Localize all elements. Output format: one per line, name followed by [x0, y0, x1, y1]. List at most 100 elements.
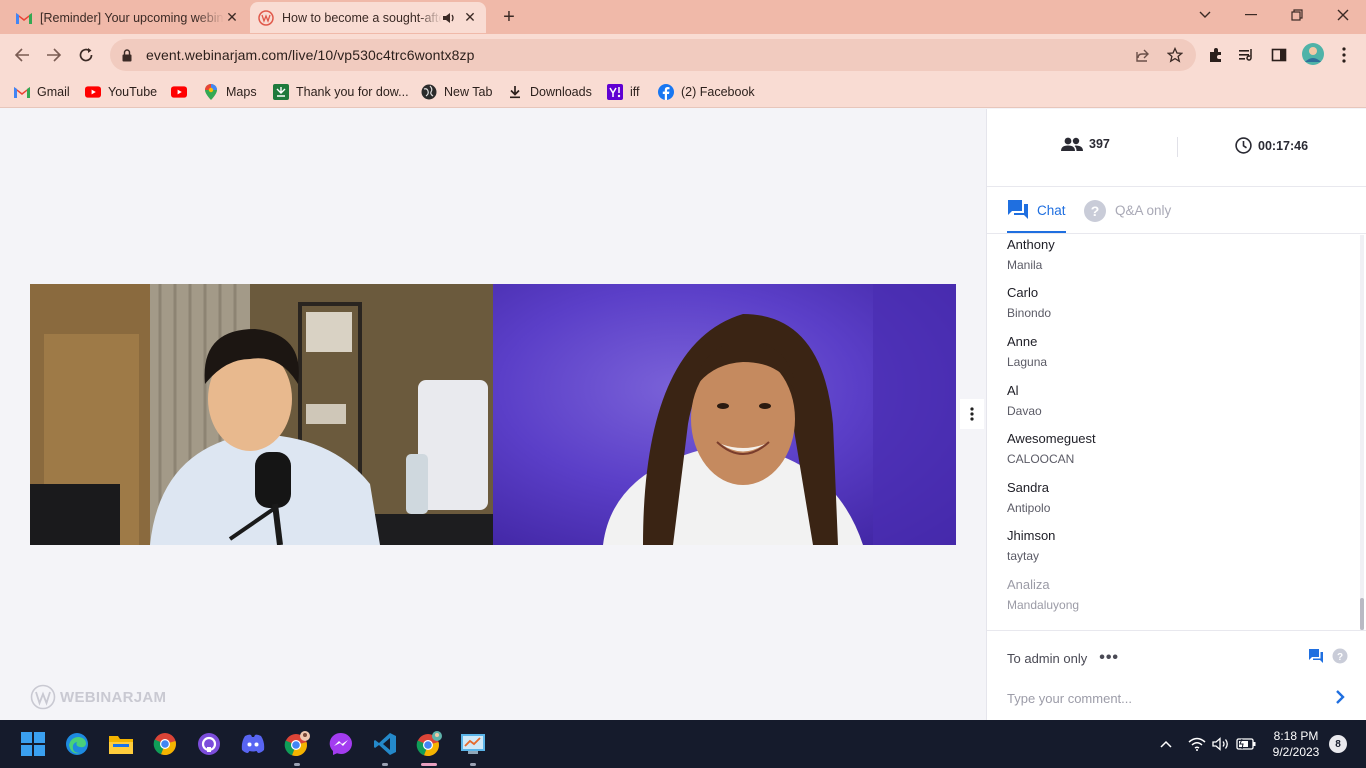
- more-options-icon[interactable]: •••: [1099, 649, 1119, 667]
- list-item: Analiza Mandaluyong: [1007, 577, 1080, 612]
- chevron-up-icon[interactable]: [1156, 734, 1176, 754]
- people-icon: [1061, 137, 1083, 151]
- yahoo-icon: [607, 84, 623, 100]
- address-bar[interactable]: event.webinarjam.com/live/10/vp530c4trc6…: [110, 39, 1196, 71]
- chat-icon[interactable]: [1307, 647, 1325, 665]
- webinar-stage: WEBINARJAM: [0, 109, 986, 720]
- chat-scrollbar-track[interactable]: [1360, 235, 1364, 630]
- close-icon[interactable]: ✕: [224, 9, 240, 26]
- chat-sidebar: 397 00:17:46 Chat ? Q&A only Anthony Man…: [986, 109, 1366, 720]
- tab-title: [Reminder] Your upcoming webinar: [40, 10, 224, 25]
- minimize-button[interactable]: [1228, 0, 1274, 30]
- tab-chat[interactable]: Chat: [1007, 199, 1066, 233]
- github-desktop-icon[interactable]: [195, 730, 223, 758]
- facebook-icon: [658, 84, 674, 100]
- extensions-icon[interactable]: [1206, 45, 1226, 65]
- tab-qa-only[interactable]: ? Q&A only: [1083, 199, 1171, 233]
- restore-button[interactable]: [1274, 0, 1320, 30]
- bookmark-gmail[interactable]: Gmail: [14, 82, 70, 102]
- chrome-profile-icon[interactable]: [283, 730, 311, 766]
- system-clock[interactable]: 8:18 PM 9/2/2023: [1266, 728, 1326, 760]
- vscode-icon[interactable]: [371, 730, 399, 766]
- volume-icon[interactable]: [1210, 734, 1232, 754]
- attendee-count: 397: [1061, 137, 1110, 151]
- bookmark-maps[interactable]: Maps: [203, 82, 257, 102]
- wifi-icon[interactable]: [1186, 734, 1208, 754]
- chat-message-list[interactable]: Anthony Manila Carlo Binondo Anne Laguna…: [987, 235, 1366, 630]
- send-icon[interactable]: [1331, 687, 1349, 707]
- reload-button[interactable]: [72, 41, 100, 69]
- file-explorer-icon[interactable]: [107, 730, 135, 758]
- video-options-icon[interactable]: [960, 399, 984, 429]
- edge-icon[interactable]: [63, 730, 91, 758]
- discord-icon[interactable]: [239, 730, 267, 758]
- share-icon[interactable]: [1134, 46, 1152, 64]
- running-indicator: [382, 763, 388, 766]
- list-item: Anne Laguna: [1007, 334, 1048, 369]
- youtube-icon: [171, 84, 187, 100]
- control-panel-icon[interactable]: [459, 730, 487, 766]
- video-feed[interactable]: [30, 284, 956, 545]
- comment-input[interactable]: Type your comment...: [1007, 691, 1132, 706]
- question-icon[interactable]: ?: [1331, 647, 1349, 665]
- close-icon[interactable]: ✕: [462, 9, 478, 26]
- bookmark-new-tab[interactable]: New Tab: [421, 82, 492, 102]
- forward-button[interactable]: [40, 41, 68, 69]
- svg-text:?: ?: [1337, 652, 1343, 663]
- chat-tabs: Chat ? Q&A only: [987, 187, 1366, 234]
- new-tab-button[interactable]: +: [498, 6, 520, 28]
- download-icon: [507, 84, 523, 100]
- running-indicator: [421, 763, 437, 766]
- to-admin-selector[interactable]: To admin only •••: [1007, 649, 1119, 667]
- battery-icon[interactable]: [1234, 734, 1258, 754]
- running-indicator: [470, 763, 476, 766]
- webinarjam-logo: WEBINARJAM: [30, 684, 166, 710]
- gmail-icon: [16, 10, 32, 26]
- stats-divider: [1177, 137, 1178, 157]
- divider: [987, 630, 1366, 631]
- question-icon: ?: [1083, 199, 1107, 223]
- globe-icon: [421, 84, 437, 100]
- clock-icon: [1235, 137, 1252, 154]
- windows-taskbar: 8:18 PM 9/2/2023 8: [0, 720, 1366, 768]
- profile-avatar[interactable]: [1302, 43, 1324, 65]
- elapsed-time: 00:17:46: [1235, 137, 1308, 154]
- chat-icon: [1007, 199, 1029, 221]
- bookmark-facebook[interactable]: (2) Facebook: [658, 82, 755, 102]
- chevron-down-icon[interactable]: [1182, 0, 1228, 30]
- notification-badge[interactable]: 8: [1329, 735, 1347, 753]
- tab-strip: [Reminder] Your upcoming webinar ✕ How t…: [0, 0, 1366, 34]
- running-indicator: [294, 763, 300, 766]
- webinarjam-icon: [258, 9, 274, 26]
- speaker-icon[interactable]: [442, 12, 458, 24]
- tab-gmail-reminder[interactable]: [Reminder] Your upcoming webinar ✕: [8, 2, 248, 33]
- chrome-active-icon[interactable]: [406, 723, 452, 766]
- back-button[interactable]: [8, 41, 36, 69]
- side-panel-icon[interactable]: [1269, 45, 1289, 65]
- chrome-icon[interactable]: [151, 730, 179, 758]
- more-menu-icon[interactable]: [1334, 45, 1354, 65]
- bookmarks-bar: Gmail YouTube Maps Thank you for dow... …: [0, 76, 1366, 108]
- lock-icon[interactable]: [122, 48, 132, 62]
- bookmark-youtube[interactable]: YouTube: [85, 82, 157, 102]
- presenter-camera: [30, 284, 493, 545]
- bookmark-youtube-2[interactable]: [171, 82, 194, 102]
- media-controls-icon[interactable]: [1237, 45, 1257, 65]
- tab-webinar[interactable]: How to become a sought-after ✕: [250, 2, 486, 33]
- messenger-icon[interactable]: [327, 730, 355, 758]
- windows-start-icon[interactable]: [19, 730, 47, 758]
- list-item: Awesomeguest CALOOCAN: [1007, 431, 1096, 466]
- star-icon[interactable]: [1166, 46, 1184, 64]
- tab-title: How to become a sought-after: [282, 10, 442, 25]
- list-item: Anthony Manila: [1007, 237, 1055, 272]
- guest-camera: [493, 284, 956, 545]
- bookmark-thank-you[interactable]: Thank you for dow...: [273, 82, 409, 102]
- chat-scrollbar-thumb[interactable]: [1360, 598, 1364, 630]
- bookmark-downloads[interactable]: Downloads: [507, 82, 592, 102]
- maps-icon: [203, 84, 219, 100]
- list-item: Sandra Antipolo: [1007, 480, 1051, 515]
- gmail-icon: [14, 84, 30, 100]
- bookmark-iff[interactable]: iff: [607, 82, 640, 102]
- close-window-button[interactable]: [1320, 0, 1366, 30]
- list-item: Jhimson taytay: [1007, 528, 1056, 563]
